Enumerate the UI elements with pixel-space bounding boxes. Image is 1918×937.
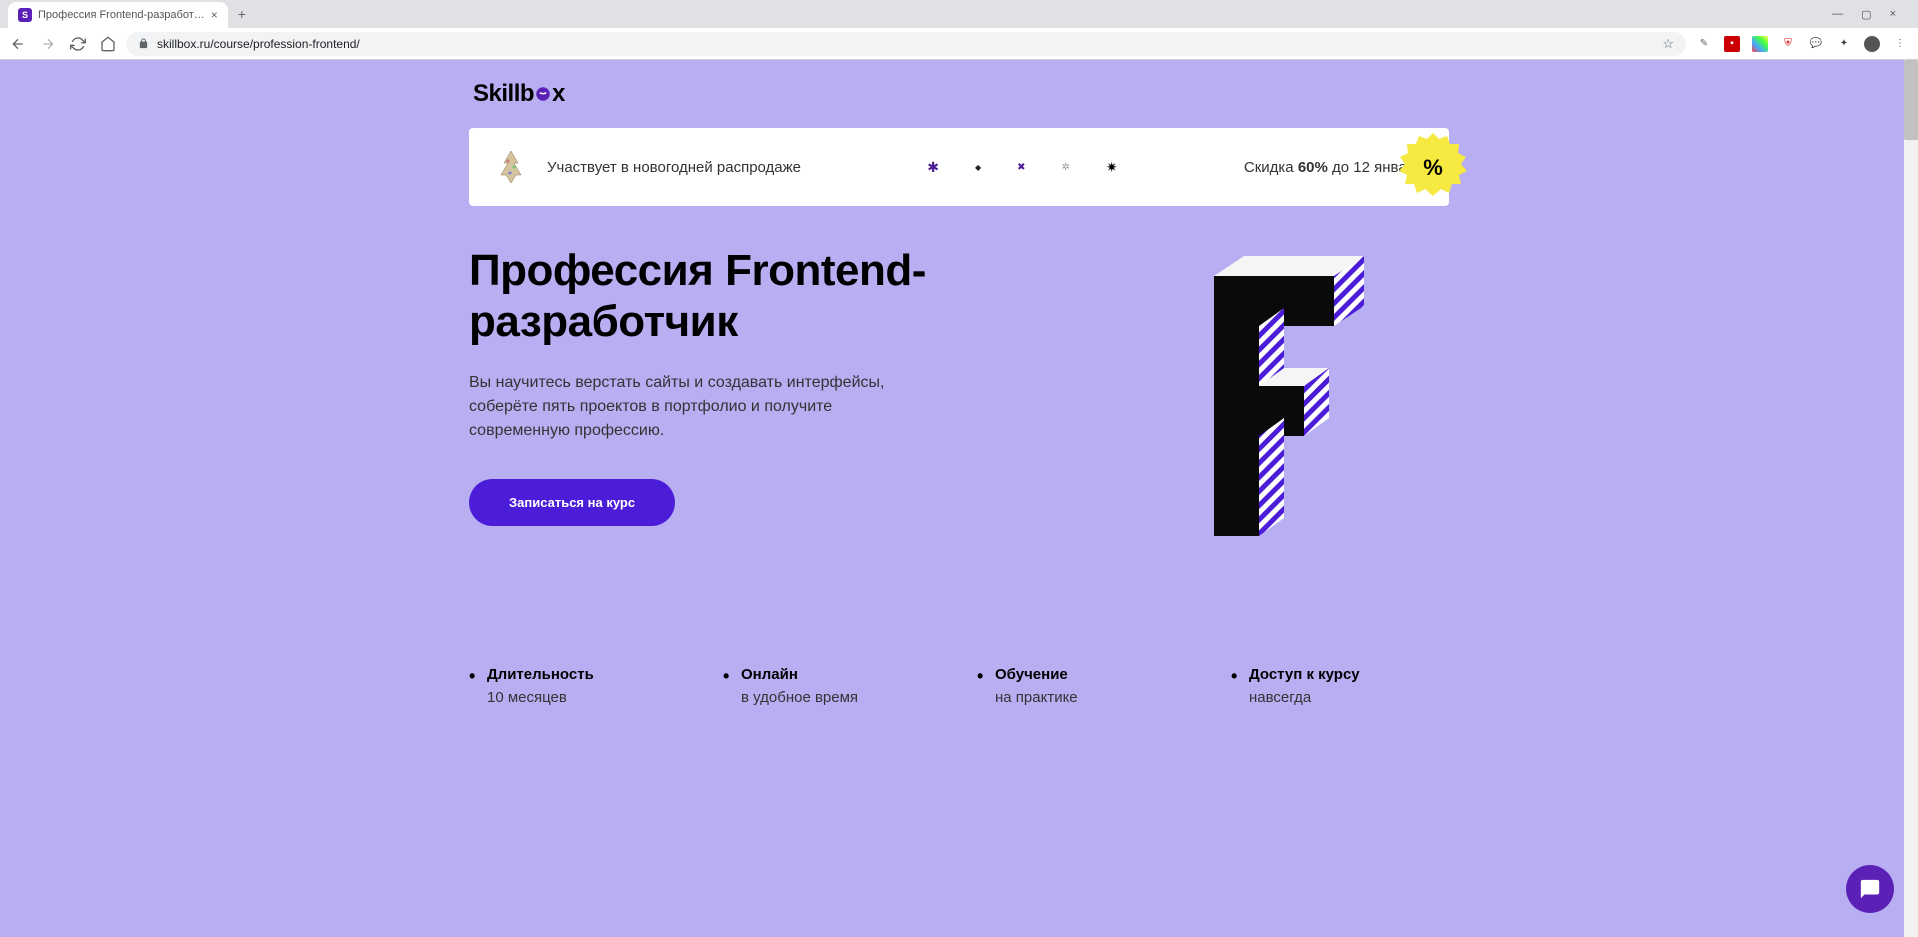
promo-decoration: ✱ ◆ ✖ ✲ ✷: [821, 159, 1224, 176]
forward-icon[interactable]: [40, 36, 56, 52]
ext-icon-eyedropper[interactable]: ✎: [1696, 36, 1712, 52]
address-bar-row: skillbox.ru/course/profession-frontend/ …: [0, 28, 1918, 60]
feature-value: 10 месяцев: [469, 689, 687, 706]
sparkle-icon: ✷: [1106, 159, 1118, 176]
discount-percent: 60%: [1298, 159, 1328, 176]
feature-title: Длительность: [469, 666, 687, 683]
feature-practice: Обучение на практике: [977, 666, 1195, 706]
enroll-button[interactable]: Записаться на курс: [469, 479, 675, 526]
hero-description: Вы научитесь верстать сайты и создавать …: [469, 371, 929, 443]
sparkle-icon: ◆: [975, 163, 981, 172]
lock-icon: [138, 38, 149, 49]
window-controls: — ▢ ×: [1832, 8, 1910, 21]
scrollbar-thumb[interactable]: [1904, 60, 1918, 140]
christmas-tree-icon: [495, 148, 527, 186]
ext-icon-pdf[interactable]: ▪: [1724, 36, 1740, 52]
promo-banner[interactable]: Участвует в новогодней распродаже ✱ ◆ ✖ …: [469, 128, 1449, 206]
skillbox-logo[interactable]: Skillbx: [469, 80, 1449, 108]
close-window-icon[interactable]: ×: [1890, 8, 1896, 21]
scrollbar[interactable]: [1904, 60, 1918, 937]
chat-widget-button[interactable]: [1846, 865, 1894, 913]
browser-chrome: S Профессия Frontend-разработ… × + — ▢ ×…: [0, 0, 1918, 60]
chrome-menu-icon[interactable]: ⋮: [1892, 36, 1908, 52]
new-tab-button[interactable]: +: [228, 6, 256, 22]
discount-prefix: Скидка: [1244, 159, 1298, 176]
maximize-icon[interactable]: ▢: [1861, 8, 1871, 21]
feature-duration: Длительность 10 месяцев: [469, 666, 687, 706]
features-row: Длительность 10 месяцев Онлайн в удобное…: [469, 666, 1449, 706]
feature-title: Обучение: [977, 666, 1195, 683]
tab-title: Профессия Frontend-разработ…: [38, 9, 205, 21]
address-bar[interactable]: skillbox.ru/course/profession-frontend/ …: [126, 32, 1686, 56]
feature-value: на практике: [977, 689, 1195, 706]
chat-icon: [1859, 878, 1881, 900]
promo-text: Участвует в новогодней распродаже: [547, 159, 801, 176]
logo-text-suffix: x: [552, 80, 565, 107]
reload-icon[interactable]: [70, 36, 86, 52]
sparkle-icon: ✲: [1062, 162, 1070, 173]
url-text: skillbox.ru/course/profession-frontend/: [157, 37, 1654, 51]
bookmark-star-icon[interactable]: ☆: [1662, 36, 1674, 52]
feature-value: навсегда: [1231, 689, 1449, 706]
tab-close-icon[interactable]: ×: [211, 8, 218, 22]
ext-icon-shield[interactable]: ⛨: [1780, 36, 1796, 52]
feature-title: Онлайн: [723, 666, 941, 683]
percent-icon: %: [1423, 155, 1443, 180]
ext-icon-puzzle[interactable]: ✦: [1836, 36, 1852, 52]
feature-title: Доступ к курсу: [1231, 666, 1449, 683]
ext-icon-grid[interactable]: [1752, 36, 1768, 52]
page-title: Профессия Frontend-разработчик: [469, 246, 1109, 347]
ext-icon-avatar[interactable]: [1864, 36, 1880, 52]
hero-left: Профессия Frontend-разработчик Вы научит…: [469, 246, 1109, 566]
sparkle-icon: ✖: [1017, 162, 1025, 173]
feature-online: Онлайн в удобное время: [723, 666, 941, 706]
feature-access: Доступ к курсу навсегда: [1231, 666, 1449, 706]
extension-icons: ✎ ▪ ⛨ 💬 ✦ ⋮: [1696, 36, 1908, 52]
feature-value: в удобное время: [723, 689, 941, 706]
home-icon[interactable]: [100, 36, 116, 52]
tab-favicon: S: [18, 8, 32, 22]
nav-icons: [10, 36, 116, 52]
ext-icon-chat[interactable]: 💬: [1808, 36, 1824, 52]
discount-badge: %: [1397, 131, 1469, 203]
minimize-icon[interactable]: —: [1832, 8, 1843, 21]
hero-section: Профессия Frontend-разработчик Вы научит…: [469, 246, 1449, 566]
back-icon[interactable]: [10, 36, 26, 52]
browser-tab[interactable]: S Профессия Frontend-разработ… ×: [8, 2, 228, 28]
hero-illustration: [1149, 246, 1449, 566]
sparkle-icon: ✱: [927, 159, 939, 176]
page-body: Skillbx Участвует в новогодней распродаж…: [0, 60, 1918, 937]
tab-bar: S Профессия Frontend-разработ… × + — ▢ ×: [0, 0, 1918, 28]
logo-text: Skillb: [473, 80, 534, 107]
letter-f-3d-icon: [1204, 246, 1394, 566]
content-container: Skillbx Участвует в новогодней распродаж…: [469, 60, 1449, 746]
